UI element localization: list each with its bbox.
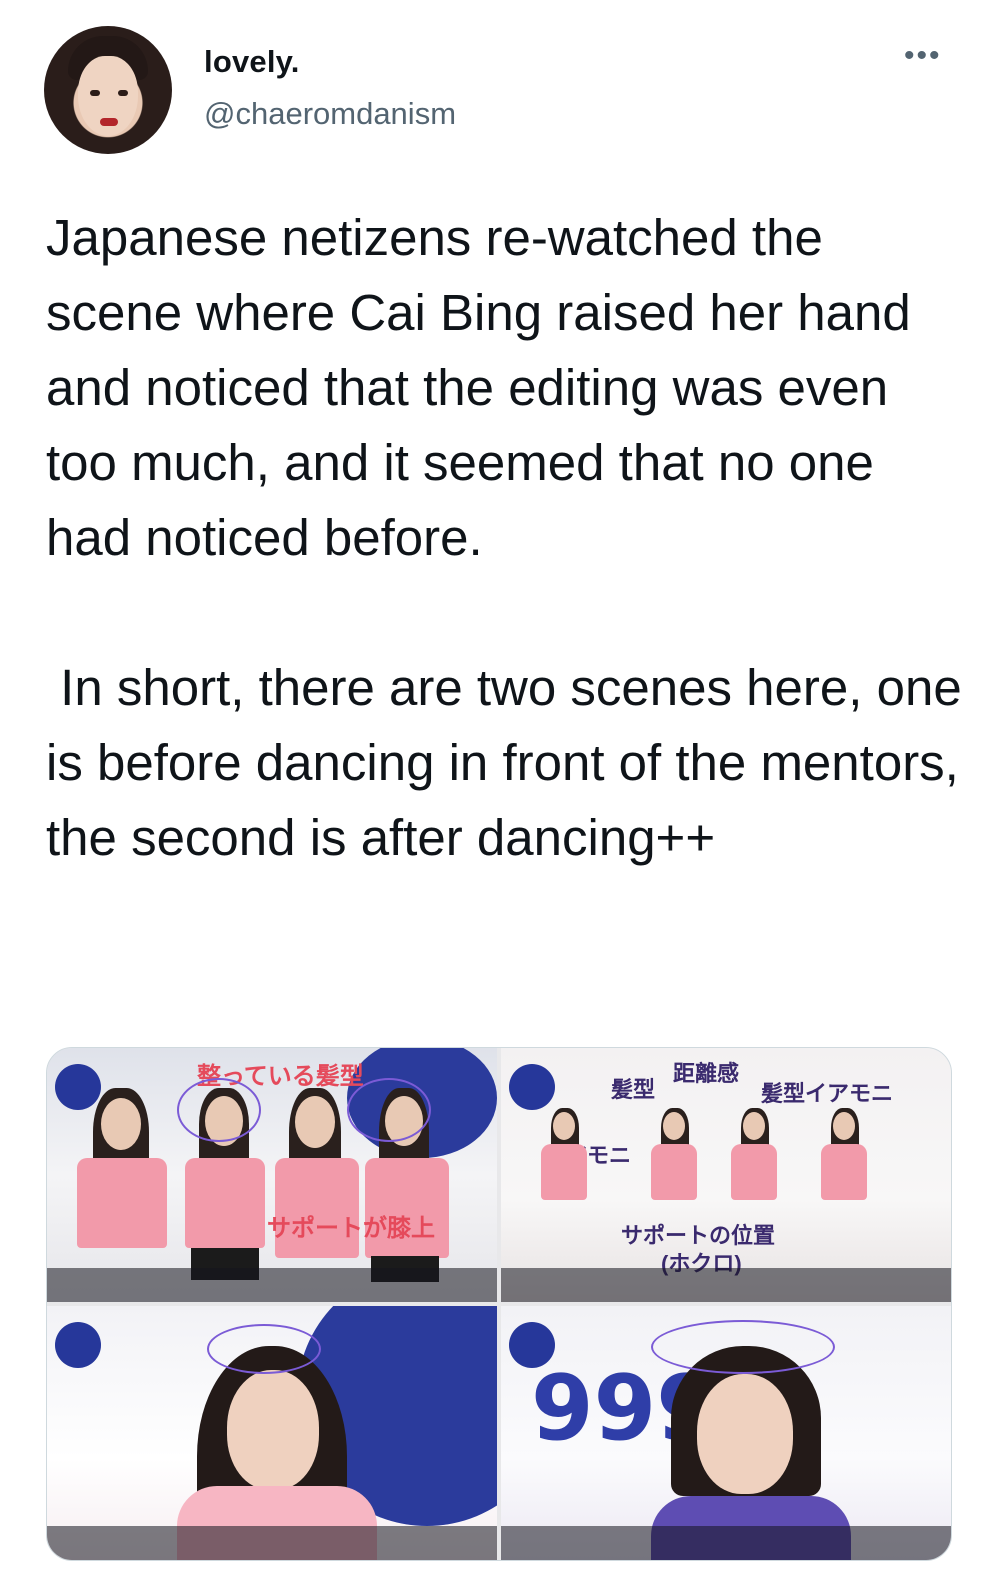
video-subtitle bbox=[47, 1526, 497, 1560]
planet999-badge bbox=[55, 1064, 101, 1110]
trainee-face bbox=[697, 1374, 793, 1494]
annotation-circle bbox=[651, 1320, 835, 1374]
planet999-badge bbox=[509, 1064, 555, 1110]
video-subtitle bbox=[501, 1526, 951, 1560]
planet999-badge bbox=[509, 1322, 555, 1368]
tweet-media-grid[interactable]: 整っている髪型 サポートが膝上 髪型 距離感 髪型イアモニ イアモニ サポートの… bbox=[46, 1047, 952, 1561]
annotation-hairstyle: 髪型 bbox=[611, 1077, 656, 1102]
avatar[interactable] bbox=[44, 26, 172, 154]
tweet-text: Japanese netizens re-watched the scene w… bbox=[46, 209, 962, 866]
annotation-earmonitor: 髪型イアモニ bbox=[761, 1081, 894, 1106]
trainee-face bbox=[227, 1370, 319, 1490]
planet999-badge bbox=[55, 1322, 101, 1368]
user-handle[interactable]: @chaeromdanism bbox=[204, 96, 456, 132]
media-image-3[interactable] bbox=[47, 1306, 497, 1560]
annotation-circle bbox=[207, 1324, 321, 1374]
media-image-4[interactable]: 999 bbox=[501, 1306, 951, 1560]
display-name[interactable]: lovely. bbox=[204, 44, 300, 80]
more-options-icon[interactable]: ••• bbox=[904, 41, 942, 71]
annotation-distance: 距離感 bbox=[673, 1061, 740, 1086]
video-subtitle bbox=[47, 1268, 497, 1302]
video-subtitle bbox=[501, 1268, 951, 1302]
media-image-1[interactable]: 整っている髪型 サポートが膝上 bbox=[47, 1048, 497, 1302]
annotation-circle bbox=[347, 1078, 431, 1142]
annotation-support: サポートが膝上 bbox=[267, 1215, 435, 1242]
media-image-2[interactable]: 髪型 距離感 髪型イアモニ イアモニ サポートの位置 (ホクロ) bbox=[501, 1048, 951, 1302]
annotation-circle bbox=[177, 1078, 261, 1142]
